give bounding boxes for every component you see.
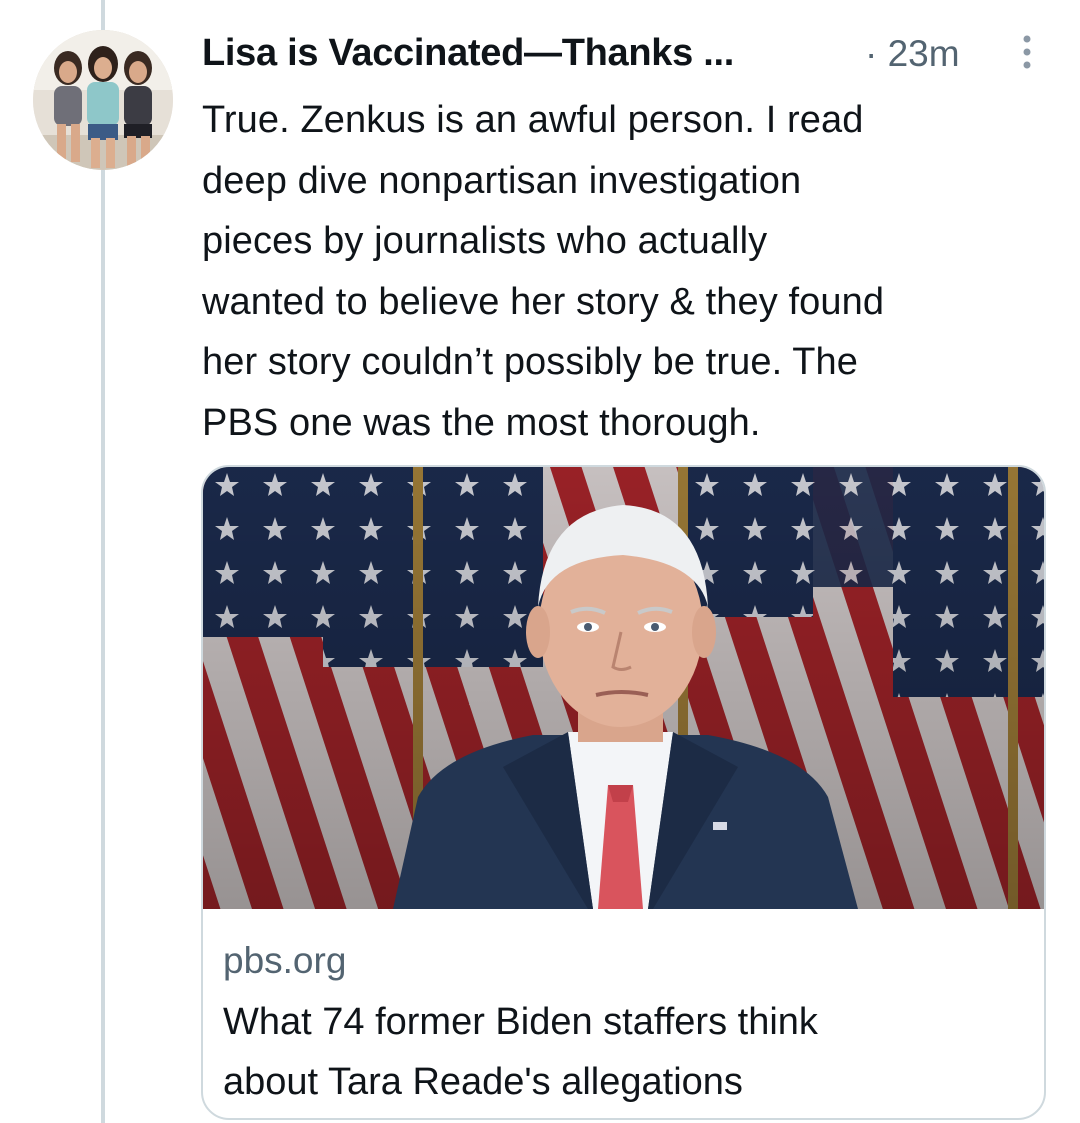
vertical-ellipsis-icon[interactable] — [1014, 32, 1040, 72]
link-card-domain: pbs.org — [223, 940, 347, 981]
tweet-meta: · 23m — [865, 33, 960, 75]
author-display-name[interactable]: Lisa is Vaccinated—Thanks ... — [202, 32, 734, 75]
tweet-timestamp[interactable]: 23m — [888, 33, 960, 74]
link-card-image — [203, 467, 1044, 909]
link-preview-card[interactable]: pbs.org What 74 former Biden staffers th… — [201, 465, 1046, 1120]
author-avatar[interactable] — [33, 30, 173, 170]
tweet-body-text: True. Zenkus is an awful person. I read … — [202, 99, 885, 444]
tweet-header: Lisa is Vaccinated—Thanks ... · 23m — [202, 30, 1042, 86]
meta-separator: · — [865, 33, 878, 74]
family-photo-avatar-icon — [33, 30, 173, 170]
link-card-title: What 74 former Biden staffers think abou… — [223, 1001, 818, 1103]
